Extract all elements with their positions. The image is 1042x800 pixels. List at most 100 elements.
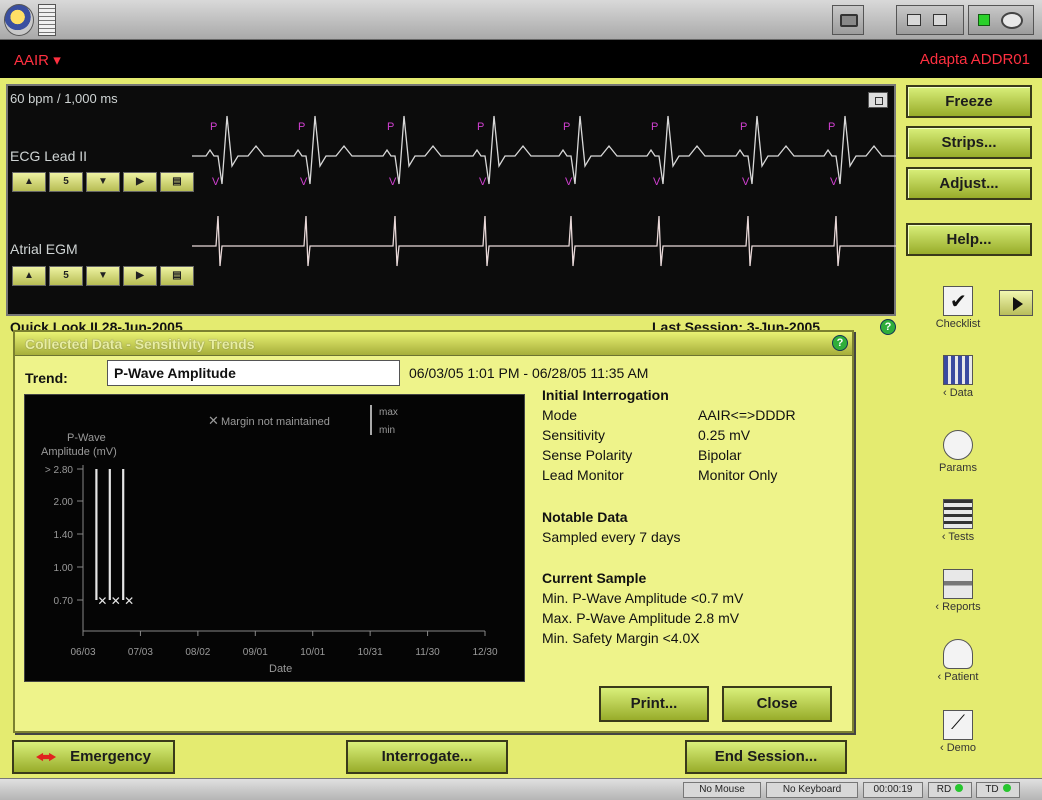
margin-not-maintained-marker: ✕ <box>111 594 121 608</box>
nav-next-arrow-icon[interactable] <box>999 290 1033 316</box>
trend-select[interactable]: P-Wave Amplitude <box>107 360 400 386</box>
mode-bar: AAIR ▾ Adapta ADDR01 <box>0 40 1042 78</box>
ladder-icon[interactable] <box>38 4 56 36</box>
rd-status: RD <box>928 782 972 798</box>
td-indicator-icon <box>1002 784 1011 792</box>
lead-settings-button[interactable]: ▤ <box>160 172 194 192</box>
info-label: Mode <box>542 407 578 423</box>
x-tick-label: 10/31 <box>358 647 383 658</box>
current-sample-line: Max. P-Wave Amplitude 2.8 mV <box>542 610 740 626</box>
notable-data-heading: Notable Data <box>542 509 628 525</box>
sense-marker-bottom: V <box>479 176 487 188</box>
pace-marker-top: P <box>740 121 747 133</box>
printer-icon[interactable] <box>832 5 864 35</box>
move-down-button[interactable]: ▼ <box>86 172 120 192</box>
pace-marker-top: P <box>563 121 570 133</box>
rd-label: RD <box>936 784 952 795</box>
size-button[interactable]: 5 <box>49 172 83 192</box>
close-button[interactable]: Close <box>722 686 832 722</box>
rd-indicator-icon <box>955 784 964 792</box>
y-tick-label: 1.40 <box>54 530 74 541</box>
pace-marker-top: P <box>828 121 835 133</box>
telemetry-icon[interactable] <box>968 5 1034 35</box>
pace-marker-top: P <box>651 121 658 133</box>
lead-settings-button[interactable]: ▤ <box>160 266 194 286</box>
emergency-label: Emergency <box>70 748 151 765</box>
nav-patient[interactable]: ‹ Patient <box>926 639 990 683</box>
ecg-panel: P V P V P V P V P V P V P V P V 60 bpm / 1,000 ms ECG L… <box>6 84 896 316</box>
print-button[interactable]: Print... <box>599 686 709 722</box>
checklist-icon: ✔ <box>943 286 973 316</box>
date-range: 06/03/05 1:01 PM - 06/28/05 11:35 AM <box>409 365 649 381</box>
emergency-button[interactable]: Emergency <box>12 740 175 774</box>
margin-not-maintained-marker: ✕ <box>97 594 107 608</box>
legend-marker-label: Margin not maintained <box>221 416 330 428</box>
x-tick-label: 08/02 <box>185 647 210 658</box>
top-toolbar <box>0 0 1042 40</box>
interrogate-button[interactable]: Interrogate... <box>346 740 508 774</box>
x-tick-label: 09/01 <box>243 647 268 658</box>
panel-maximize-button[interactable] <box>868 92 888 108</box>
pace-marker-top: P <box>477 121 484 133</box>
help-button[interactable]: Help... <box>906 223 1032 256</box>
chevron-down-icon: ▾ <box>53 52 61 69</box>
nav-params[interactable]: Params <box>926 430 990 474</box>
sense-marker-bottom: V <box>565 176 573 188</box>
y-tick-label: > 2.80 <box>45 465 74 476</box>
info-icon[interactable]: ? <box>880 319 896 335</box>
current-sample-line: Min. Safety Margin <4.0X <box>542 630 700 646</box>
status-bar: No Mouse No Keyboard 00:00:19 RD TD <box>0 778 1042 800</box>
current-sample-line: Min. P-Wave Amplitude <0.7 mV <box>542 590 744 606</box>
x-axis-label: Date <box>269 663 292 675</box>
sense-marker-bottom: V <box>212 176 220 188</box>
y-tick-label: 2.00 <box>54 497 74 508</box>
nav-checklist[interactable]: ✔ Checklist <box>926 286 990 330</box>
play-button[interactable]: ▶ <box>123 172 157 192</box>
trend-chart-svg: Margin not maintained ✕ max min P-Wave A… <box>41 405 498 675</box>
move-up-button[interactable]: ▲ <box>12 172 46 192</box>
size-button[interactable]: 5 <box>49 266 83 286</box>
move-up-button[interactable]: ▲ <box>12 266 46 286</box>
y-axis-label-line2: Amplitude (mV) <box>41 446 117 458</box>
sense-marker-bottom: V <box>300 176 308 188</box>
rate-readout: 60 bpm / 1,000 ms <box>10 91 118 106</box>
egm-label: Atrial EGM <box>10 241 78 257</box>
info-label: Sense Polarity <box>542 447 633 463</box>
adjust-button[interactable]: Adjust... <box>906 167 1032 200</box>
legend-bar-min: min <box>379 425 395 436</box>
mouse-status: No Mouse <box>683 782 761 798</box>
programmer-logo-icon[interactable] <box>4 4 34 36</box>
nav-reports[interactable]: ‹ Reports <box>926 569 990 613</box>
end-session-button[interactable]: End Session... <box>685 740 847 774</box>
ecg-controls: ▲ 5 ▼ ▶ ▤ <box>12 172 194 192</box>
pace-marker-top: P <box>210 121 217 133</box>
sense-marker-bottom: V <box>389 176 397 188</box>
window-toggle-icon[interactable] <box>896 5 964 35</box>
info-value: 0.25 mV <box>698 427 751 443</box>
help-icon[interactable]: ? <box>832 335 848 351</box>
strips-button[interactable]: Strips... <box>906 126 1032 159</box>
x-tick-label: 06/03 <box>70 647 95 658</box>
reports-icon <box>943 569 973 599</box>
mode-dropdown[interactable]: AAIR ▾ <box>14 51 61 69</box>
y-tick-label: 0.70 <box>54 596 74 607</box>
margin-not-maintained-marker: ✕ <box>124 594 134 608</box>
pace-marker-top: P <box>298 121 305 133</box>
play-button[interactable]: ▶ <box>123 266 157 286</box>
freeze-button[interactable]: Freeze <box>906 85 1032 118</box>
nav-tests[interactable]: ‹ Tests <box>926 499 990 543</box>
info-value: AAIR<=>DDDR <box>698 407 796 423</box>
emergency-icon <box>36 752 57 762</box>
move-down-button[interactable]: ▼ <box>86 266 120 286</box>
nav-demo[interactable]: ⟋ ‹ Demo <box>926 710 990 754</box>
legend-bar-max: max <box>379 407 398 418</box>
keyboard-status: No Keyboard <box>766 782 858 798</box>
egm-controls: ▲ 5 ▼ ▶ ▤ <box>12 266 194 286</box>
y-tick-label: 1.00 <box>54 563 74 574</box>
sense-marker-bottom: V <box>830 176 838 188</box>
notable-data-value: Sampled every 7 days <box>542 529 681 545</box>
x-tick-label: 11/30 <box>415 647 440 658</box>
nav-data[interactable]: ‹ Data <box>926 355 990 399</box>
td-label: TD <box>985 784 999 795</box>
initial-interrogation-heading: Initial Interrogation <box>542 387 669 403</box>
